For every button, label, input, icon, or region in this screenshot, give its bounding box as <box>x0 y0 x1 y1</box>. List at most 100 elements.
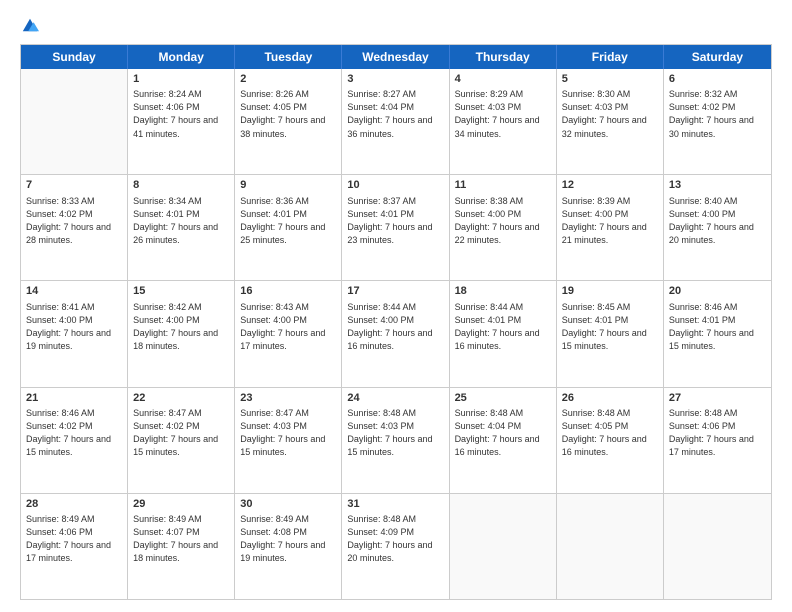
cal-cell-0-6: 6Sunrise: 8:32 AMSunset: 4:02 PMDaylight… <box>664 69 771 174</box>
cal-cell-4-3: 31Sunrise: 8:48 AMSunset: 4:09 PMDayligh… <box>342 494 449 599</box>
cell-text: Sunrise: 8:38 AMSunset: 4:00 PMDaylight:… <box>455 195 551 247</box>
cell-text: Sunrise: 8:44 AMSunset: 4:01 PMDaylight:… <box>455 301 551 353</box>
cell-text: Sunrise: 8:47 AMSunset: 4:03 PMDaylight:… <box>240 407 336 459</box>
cal-cell-4-0: 28Sunrise: 8:49 AMSunset: 4:06 PMDayligh… <box>21 494 128 599</box>
cell-text: Sunrise: 8:49 AMSunset: 4:07 PMDaylight:… <box>133 513 229 565</box>
cell-text: Sunrise: 8:48 AMSunset: 4:04 PMDaylight:… <box>455 407 551 459</box>
day-number: 5 <box>562 72 658 87</box>
cal-cell-3-5: 26Sunrise: 8:48 AMSunset: 4:05 PMDayligh… <box>557 388 664 493</box>
cal-cell-3-3: 24Sunrise: 8:48 AMSunset: 4:03 PMDayligh… <box>342 388 449 493</box>
cal-cell-1-4: 11 Sunrise: 8:38 AMSunset: 4:00 PMDayligh… <box>450 175 557 280</box>
cell-text: Sunrise: 8:46 AMSunset: 4:02 PMDaylight:… <box>26 407 122 459</box>
day-number: 27 <box>669 391 766 406</box>
cell-text: Sunrise: 8:49 AMSunset: 4:06 PMDaylight:… <box>26 513 122 565</box>
day-number: 4 <box>455 72 551 87</box>
day-number: 28 <box>26 497 122 512</box>
day-number: 15 <box>133 284 229 299</box>
day-number: 20 <box>669 284 766 299</box>
day-number: 14 <box>26 284 122 299</box>
cal-cell-4-1: 29Sunrise: 8:49 AMSunset: 4:07 PMDayligh… <box>128 494 235 599</box>
day-number: 30 <box>240 497 336 512</box>
cal-header-tuesday: Tuesday <box>235 45 342 69</box>
day-number: 13 <box>669 178 766 193</box>
header <box>20 16 772 34</box>
cal-cell-4-4 <box>450 494 557 599</box>
cell-text: Sunrise: 8:24 AMSunset: 4:06 PMDaylight:… <box>133 88 229 140</box>
day-number: 17 <box>347 284 443 299</box>
day-number: 25 <box>455 391 551 406</box>
day-number: 19 <box>562 284 658 299</box>
day-number: 29 <box>133 497 229 512</box>
day-number: 18 <box>455 284 551 299</box>
day-number: 22 <box>133 391 229 406</box>
day-number: 16 <box>240 284 336 299</box>
cal-cell-3-4: 25Sunrise: 8:48 AMSunset: 4:04 PMDayligh… <box>450 388 557 493</box>
cell-text: Sunrise: 8:27 AMSunset: 4:04 PMDaylight:… <box>347 88 443 140</box>
cal-cell-2-5: 19 Sunrise: 8:45 AMSunset: 4:01 PMDayligh… <box>557 281 664 386</box>
cell-text: Sunrise: 8:48 AMSunset: 4:03 PMDaylight:… <box>347 407 443 459</box>
page: SundayMondayTuesdayWednesdayThursdayFrid… <box>0 0 792 612</box>
cal-row-3: 21Sunrise: 8:46 AMSunset: 4:02 PMDayligh… <box>21 387 771 493</box>
cal-cell-1-1: 8 Sunrise: 8:34 AMSunset: 4:01 PMDaylight… <box>128 175 235 280</box>
day-number: 11 <box>455 178 551 193</box>
cell-text: Sunrise: 8:43 AMSunset: 4:00 PMDaylight:… <box>240 301 336 353</box>
cell-text: Sunrise: 8:48 AMSunset: 4:06 PMDaylight:… <box>669 407 766 459</box>
day-number: 12 <box>562 178 658 193</box>
cal-header-wednesday: Wednesday <box>342 45 449 69</box>
day-number: 10 <box>347 178 443 193</box>
cell-text: Sunrise: 8:42 AMSunset: 4:00 PMDaylight:… <box>133 301 229 353</box>
day-number: 26 <box>562 391 658 406</box>
calendar-body: 1Sunrise: 8:24 AMSunset: 4:06 PMDaylight… <box>21 69 771 599</box>
cell-text: Sunrise: 8:32 AMSunset: 4:02 PMDaylight:… <box>669 88 766 140</box>
cal-row-2: 14 Sunrise: 8:41 AMSunset: 4:00 PMDayligh… <box>21 280 771 386</box>
cell-text: Sunrise: 8:29 AMSunset: 4:03 PMDaylight:… <box>455 88 551 140</box>
cal-cell-4-2: 30Sunrise: 8:49 AMSunset: 4:08 PMDayligh… <box>235 494 342 599</box>
logo-icon <box>21 16 39 34</box>
cell-text: Sunrise: 8:30 AMSunset: 4:03 PMDaylight:… <box>562 88 658 140</box>
cal-cell-1-5: 12 Sunrise: 8:39 AMSunset: 4:00 PMDayligh… <box>557 175 664 280</box>
day-number: 8 <box>133 178 229 193</box>
cal-cell-0-3: 3Sunrise: 8:27 AMSunset: 4:04 PMDaylight… <box>342 69 449 174</box>
cal-cell-3-6: 27Sunrise: 8:48 AMSunset: 4:06 PMDayligh… <box>664 388 771 493</box>
cal-header-friday: Friday <box>557 45 664 69</box>
day-number: 23 <box>240 391 336 406</box>
cal-cell-0-4: 4Sunrise: 8:29 AMSunset: 4:03 PMDaylight… <box>450 69 557 174</box>
cell-text: Sunrise: 8:34 AMSunset: 4:01 PMDaylight:… <box>133 195 229 247</box>
cell-text: Sunrise: 8:45 AMSunset: 4:01 PMDaylight:… <box>562 301 658 353</box>
cal-cell-1-3: 10 Sunrise: 8:37 AMSunset: 4:01 PMDayligh… <box>342 175 449 280</box>
cell-text: Sunrise: 8:49 AMSunset: 4:08 PMDaylight:… <box>240 513 336 565</box>
cal-row-0: 1Sunrise: 8:24 AMSunset: 4:06 PMDaylight… <box>21 69 771 174</box>
cal-cell-0-1: 1Sunrise: 8:24 AMSunset: 4:06 PMDaylight… <box>128 69 235 174</box>
cal-cell-2-3: 17 Sunrise: 8:44 AMSunset: 4:00 PMDayligh… <box>342 281 449 386</box>
day-number: 21 <box>26 391 122 406</box>
cal-cell-1-0: 7Sunrise: 8:33 AMSunset: 4:02 PMDaylight… <box>21 175 128 280</box>
cal-cell-3-1: 22Sunrise: 8:47 AMSunset: 4:02 PMDayligh… <box>128 388 235 493</box>
day-number: 9 <box>240 178 336 193</box>
cal-cell-2-1: 15 Sunrise: 8:42 AMSunset: 4:00 PMDayligh… <box>128 281 235 386</box>
cell-text: Sunrise: 8:48 AMSunset: 4:09 PMDaylight:… <box>347 513 443 565</box>
cal-header-saturday: Saturday <box>664 45 771 69</box>
cal-header-monday: Monday <box>128 45 235 69</box>
cell-text: Sunrise: 8:40 AMSunset: 4:00 PMDaylight:… <box>669 195 766 247</box>
day-number: 1 <box>133 72 229 87</box>
cal-cell-3-2: 23Sunrise: 8:47 AMSunset: 4:03 PMDayligh… <box>235 388 342 493</box>
cal-row-1: 7Sunrise: 8:33 AMSunset: 4:02 PMDaylight… <box>21 174 771 280</box>
cal-header-sunday: Sunday <box>21 45 128 69</box>
cal-cell-1-6: 13 Sunrise: 8:40 AMSunset: 4:00 PMDayligh… <box>664 175 771 280</box>
cell-text: Sunrise: 8:37 AMSunset: 4:01 PMDaylight:… <box>347 195 443 247</box>
cal-cell-0-0 <box>21 69 128 174</box>
cal-cell-4-5 <box>557 494 664 599</box>
cal-cell-3-0: 21Sunrise: 8:46 AMSunset: 4:02 PMDayligh… <box>21 388 128 493</box>
cal-cell-0-2: 2Sunrise: 8:26 AMSunset: 4:05 PMDaylight… <box>235 69 342 174</box>
cal-cell-1-2: 9 Sunrise: 8:36 AMSunset: 4:01 PMDaylight… <box>235 175 342 280</box>
cell-text: Sunrise: 8:44 AMSunset: 4:00 PMDaylight:… <box>347 301 443 353</box>
cal-cell-2-6: 20Sunrise: 8:46 AMSunset: 4:01 PMDayligh… <box>664 281 771 386</box>
day-number: 3 <box>347 72 443 87</box>
cell-text: Sunrise: 8:48 AMSunset: 4:05 PMDaylight:… <box>562 407 658 459</box>
cell-text: Sunrise: 8:39 AMSunset: 4:00 PMDaylight:… <box>562 195 658 247</box>
day-number: 6 <box>669 72 766 87</box>
cell-text: Sunrise: 8:36 AMSunset: 4:01 PMDaylight:… <box>240 195 336 247</box>
cell-text: Sunrise: 8:33 AMSunset: 4:02 PMDaylight:… <box>26 195 122 247</box>
cell-text: Sunrise: 8:41 AMSunset: 4:00 PMDaylight:… <box>26 301 122 353</box>
cal-cell-4-6 <box>664 494 771 599</box>
